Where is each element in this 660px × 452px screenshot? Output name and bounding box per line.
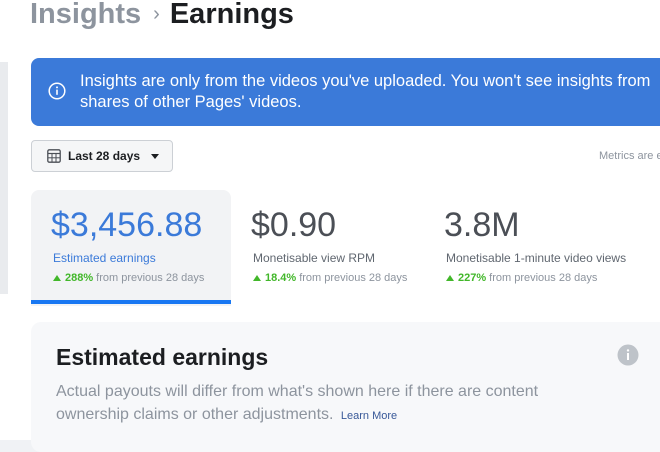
breadcrumb-insights-link[interactable]: Insights	[30, 0, 141, 31]
metric-change: 288% from previous 28 days	[53, 272, 204, 284]
earnings-page: Insights › Earnings Insights are only fr…	[8, 0, 660, 452]
metric-value: $0.90	[251, 206, 337, 244]
info-icon[interactable]	[617, 344, 639, 366]
metric-tabs: $3,456.88 Estimated earnings 288% from p…	[31, 190, 660, 306]
metric-change-percent: 227%	[458, 272, 487, 284]
metric-tab-view-rpm[interactable]: $0.90 Monetisable view RPM 18.4% from pr…	[231, 190, 426, 306]
metric-change-comparison: from previous 28 days	[299, 272, 408, 284]
left-sidebar-edge	[0, 0, 8, 440]
date-range-dropdown[interactable]: Last 28 days	[31, 140, 173, 172]
info-banner: Insights are only from the videos you've…	[31, 58, 660, 126]
metric-change-comparison: from previous 28 days	[489, 272, 598, 284]
metric-change-percent: 288%	[65, 272, 94, 284]
metric-change-comparison: from previous 28 days	[96, 272, 205, 284]
metric-value: $3,456.88	[51, 206, 203, 244]
selected-tab-indicator	[31, 300, 231, 304]
metric-change-percent: 18.4%	[265, 272, 297, 284]
card-title: Estimated earnings	[56, 344, 269, 370]
caret-down-icon	[151, 154, 160, 159]
triangle-up-icon	[446, 275, 454, 281]
page-title: Earnings	[169, 0, 294, 30]
metric-change: 227% from previous 28 days	[446, 272, 597, 284]
estimated-earnings-card: Estimated earnings Actual payouts will d…	[31, 322, 660, 452]
metric-tab-video-views[interactable]: 3.8M Monetisable 1-minute video views 22…	[426, 190, 660, 306]
metric-name: Monetisable view RPM	[253, 251, 376, 265]
banner-message: Insights are only from the videos you've…	[80, 71, 660, 113]
card-description-text: Actual payouts will differ from what's s…	[56, 383, 539, 423]
metric-value: 3.8M	[444, 206, 520, 244]
info-icon	[48, 82, 66, 100]
metrics-note: Metrics are e	[599, 150, 660, 162]
triangle-up-icon	[253, 275, 261, 281]
metric-change: 18.4% from previous 28 days	[253, 272, 407, 284]
learn-more-link[interactable]: Learn More	[341, 410, 397, 422]
card-description: Actual payouts will differ from what's s…	[56, 380, 576, 428]
date-range-label: Last 28 days	[68, 149, 141, 163]
chevron-right-icon: ›	[153, 2, 160, 25]
sidebar-shade	[0, 62, 8, 294]
metric-tab-estimated-earnings[interactable]: $3,456.88 Estimated earnings 288% from p…	[31, 190, 231, 306]
breadcrumb: Insights › Earnings	[30, 0, 294, 36]
metric-name: Estimated earnings	[53, 251, 156, 265]
banner-message-line2: shares of other Pages' videos.	[80, 93, 302, 111]
triangle-up-icon	[53, 275, 61, 281]
calendar-icon	[47, 149, 61, 163]
banner-message-line1: Insights are only from the videos you've…	[80, 72, 651, 90]
metric-name: Monetisable 1-minute video views	[446, 251, 627, 265]
